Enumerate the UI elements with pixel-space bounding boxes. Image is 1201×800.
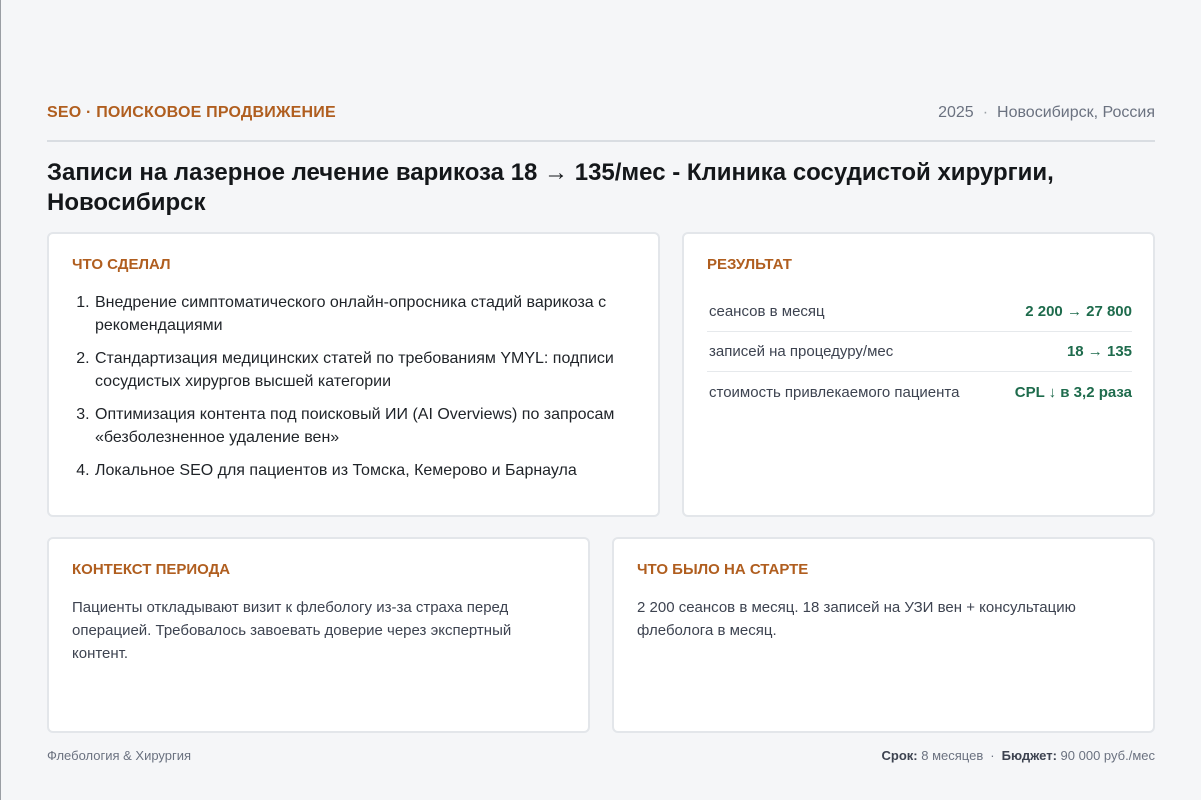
list-item: Стандартизация медицинских статей по тре… bbox=[94, 347, 639, 393]
metric-label: записей на процедуру/мес bbox=[709, 343, 894, 360]
starting-point-card: Что было на старте 2 200 сеансов в месяц… bbox=[612, 537, 1155, 733]
what-i-did-card: Что сделал Внедрение симптоматического о… bbox=[47, 232, 660, 517]
list-item: Локальное SEO для пациентов из Томска, К… bbox=[94, 459, 639, 482]
term-value: 8 месяцев bbox=[921, 748, 984, 763]
result-card: Результат сеансов в месяц 2 200 → 27 800… bbox=[682, 232, 1155, 517]
footer-category: Флебология & Хирургия bbox=[47, 748, 192, 763]
list-item: Оптимизация контента под поисковый ИИ (A… bbox=[94, 403, 639, 449]
card-heading: Контекст периода bbox=[72, 561, 231, 578]
metric-value: 18 → 135 bbox=[1066, 343, 1132, 360]
location: Новосибирск, Россия bbox=[997, 104, 1155, 121]
metrics-table: сеансов в месяц 2 200 → 27 800 записей н… bbox=[707, 292, 1132, 412]
window-left-edge bbox=[0, 0, 1, 800]
metric-row: стоимость привлекаемого пациента CPL ↓ в… bbox=[707, 372, 1132, 412]
metric-row: сеансов в месяц 2 200 → 27 800 bbox=[707, 292, 1132, 332]
list-item: Внедрение симптоматического онлайн-опрос… bbox=[94, 291, 639, 337]
budget-value: 90 000 руб./мес bbox=[1060, 748, 1155, 763]
metric-value: 2 200 → 27 800 bbox=[1025, 303, 1132, 320]
footer-separator: · bbox=[990, 748, 995, 763]
term-label: Срок: bbox=[881, 748, 918, 763]
footer-meta: Срок: 8 месяцев · Бюджет: 90 000 руб./ме… bbox=[882, 748, 1155, 763]
card-heading: Что сделал bbox=[72, 256, 171, 273]
budget-label: Бюджет: bbox=[1001, 748, 1057, 763]
metric-value: CPL ↓ в 3,2 раза bbox=[1014, 383, 1132, 401]
card-heading: Что было на старте bbox=[637, 561, 809, 578]
page-header: SEO · ПОИСКОВОЕ ПРОДВИЖЕНИЕ 2025 · Новос… bbox=[47, 104, 1155, 142]
start-text: 2 200 сеансов в месяц. 18 записей на УЗИ… bbox=[637, 599, 1076, 639]
metric-row: записей на процедуру/мес 18 → 135 bbox=[707, 332, 1132, 372]
context-text: Пациенты откладывают визит к флебологу и… bbox=[72, 599, 512, 662]
case-study-page: SEO · ПОИСКОВОЕ ПРОДВИЖЕНИЕ 2025 · Новос… bbox=[47, 0, 1155, 800]
metric-label: стоимость привлекаемого пациента bbox=[709, 383, 960, 401]
period-context-card: Контекст периода Пациенты откладывают ви… bbox=[47, 537, 590, 733]
metric-label: сеансов в месяц bbox=[709, 303, 825, 320]
category-kicker: SEO · ПОИСКОВОЕ ПРОДВИЖЕНИЕ bbox=[47, 104, 336, 121]
year: 2025 bbox=[938, 104, 974, 121]
header-meta: 2025 · Новосибирск, Россия bbox=[938, 104, 1155, 122]
page-footer: Флебология & Хирургия Срок: 8 месяцев · … bbox=[47, 748, 1155, 763]
steps-list: Внедрение симптоматического онлайн-опрос… bbox=[94, 291, 639, 492]
card-heading: Результат bbox=[707, 256, 792, 273]
page-title: Записи на лазерное лечение варикоза 18 →… bbox=[47, 159, 1054, 216]
meta-separator: · bbox=[982, 104, 989, 121]
